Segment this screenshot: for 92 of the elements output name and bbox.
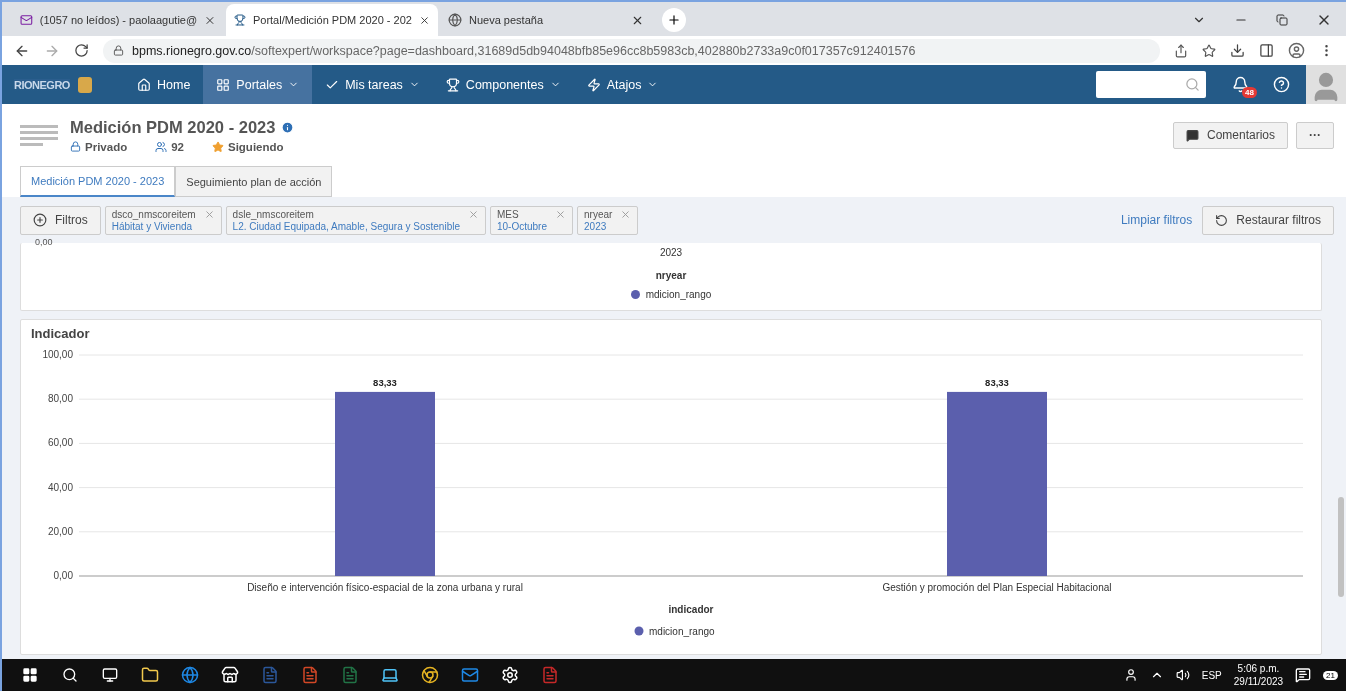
new-tab-button[interactable] (662, 8, 686, 32)
legend-label: mdicion_rango (645, 289, 712, 300)
filter-chip[interactable]: dsle_nmscoreitem L2. Ciudad Equipada, Amable, Segura y Sostenible (225, 205, 486, 235)
logo: RIONEGRO (14, 78, 70, 91)
nav-menu-item[interactable]: Mis tareas (312, 65, 433, 104)
lightning-icon (586, 77, 601, 92)
grid-icon (216, 77, 231, 92)
search-field[interactable] (1096, 71, 1206, 98)
restore-icon (1215, 213, 1229, 227)
document-icon[interactable] (301, 666, 319, 684)
filter-chip[interactable]: MES 10-Octubre (490, 205, 573, 235)
page-title: Medición PDM 2020 - 2023 (70, 117, 276, 137)
info-icon[interactable] (281, 120, 295, 134)
scrollbar-thumb[interactable] (1338, 497, 1344, 597)
restore-filters-button[interactable]: Restaurar filtros (1202, 205, 1334, 235)
y-tick-label: 80,00 (47, 393, 73, 405)
browser-tab[interactable]: Nueva pestaña (440, 4, 652, 36)
lock-icon (70, 141, 81, 152)
nav-menu-item[interactable]: Home (124, 65, 204, 104)
value-label: 83,33 (985, 376, 1009, 388)
address-bar[interactable]: bpms.rionegro.gov.co/softexpert/workspace?page=dashboard,31689d5db94048bfb85e96cc8b5983cb,402880b2733a9c0f017357c912401576 (103, 38, 1160, 63)
settings-icon[interactable] (501, 666, 519, 684)
clock-time[interactable]: 5:06 p.m. (1237, 662, 1280, 675)
y-tick-label: 0,00 (53, 570, 73, 581)
task-view-icon[interactable] (102, 667, 118, 683)
y-tick-label: 0,00 (35, 237, 53, 247)
search-icon (1185, 77, 1200, 92)
browser-tab[interactable]: Portal/Medición PDM 2020 - 202 (226, 4, 438, 36)
help-icon (1273, 76, 1290, 93)
star-icon[interactable] (1202, 43, 1216, 58)
clear-filters-link[interactable]: Limpiar filtros (1120, 213, 1193, 227)
y-tick-label: 40,00 (47, 481, 73, 493)
y-tick-label: 60,00 (47, 437, 73, 449)
comment-icon (1185, 128, 1199, 142)
plus-icon (667, 13, 681, 27)
trophy-icon (234, 13, 246, 27)
nav-menu-item[interactable]: Componentes (432, 65, 574, 104)
share-icon[interactable] (1174, 43, 1188, 58)
notifications-button[interactable]: 48 (1220, 65, 1261, 104)
restore-icon[interactable] (1276, 14, 1288, 26)
browser-tab[interactable]: (1057 no leídos) - paolaagutie@ (12, 4, 224, 36)
privacy-label: Privado (85, 140, 128, 153)
member-count: 92 (171, 140, 184, 153)
x-axis-label: Gestión y promoción del Plan Especial Habitacional (882, 582, 1112, 593)
document-icon[interactable] (341, 666, 359, 684)
home-icon (137, 77, 151, 92)
notification-count: 21 (1323, 670, 1338, 680)
filter-chip[interactable]: dsco_nmscoreitem Hábitat y Vivienda (104, 205, 222, 235)
mail-icon (20, 13, 33, 27)
plus-circle-icon (33, 213, 47, 227)
search-icon[interactable] (62, 667, 78, 683)
tab[interactable]: Seguimiento plan de acción (175, 166, 333, 197)
x-axis-label: 2023 (659, 247, 683, 258)
clock-date[interactable]: 29/11/2023 (1233, 675, 1284, 688)
card-title: Indicador (30, 326, 91, 341)
users-icon (155, 140, 168, 153)
reload-icon[interactable] (74, 43, 89, 58)
speaker-icon[interactable] (1175, 668, 1190, 682)
trophy-icon (445, 77, 460, 92)
folder-icon[interactable] (141, 666, 159, 684)
following-label: Siguiendo (228, 140, 284, 153)
notification-icon[interactable] (1295, 667, 1312, 683)
y-tick-label: 100,00 (42, 349, 73, 360)
x-axis-title: nryear (655, 270, 687, 281)
value-label: 83,33 (373, 376, 397, 388)
filters-button[interactable]: Filtros (20, 205, 101, 235)
comments-button[interactable]: Comentarios (1172, 121, 1288, 149)
nav-menu-item[interactable]: Atajos (573, 65, 672, 104)
x-axis-title: indicador (668, 604, 714, 615)
more-button[interactable]: ··· (1296, 121, 1334, 149)
browser-icon[interactable] (181, 666, 199, 684)
legend-label: mdicion_rango (649, 626, 715, 637)
y-tick-label: 20,00 (47, 525, 73, 537)
document-icon[interactable] (541, 666, 559, 684)
filter-chip[interactable]: nryear 2023 (577, 205, 639, 235)
x-axis-label: Diseño e intervención físico-espacial de la zona urbana y rural (247, 582, 523, 593)
language-indicator[interactable]: ESP (1201, 669, 1222, 681)
dashboard-icon (20, 124, 58, 146)
browser-icon[interactable] (421, 666, 439, 684)
document-icon[interactable] (261, 666, 279, 684)
download-icon[interactable] (1230, 43, 1245, 58)
legend-dot (630, 290, 640, 299)
store-icon[interactable] (221, 666, 239, 684)
tab[interactable]: Medición PDM 2020 - 2023 (20, 166, 176, 197)
star-icon (212, 140, 224, 153)
laptop-icon[interactable] (381, 666, 399, 684)
notification-count: 48 (1242, 87, 1257, 98)
nav-menu-item[interactable]: Portales (203, 65, 313, 104)
profile-icon[interactable] (1288, 42, 1305, 59)
mail-icon[interactable] (461, 666, 479, 684)
globe-icon (448, 13, 462, 27)
side-panel-icon[interactable] (1259, 43, 1274, 58)
